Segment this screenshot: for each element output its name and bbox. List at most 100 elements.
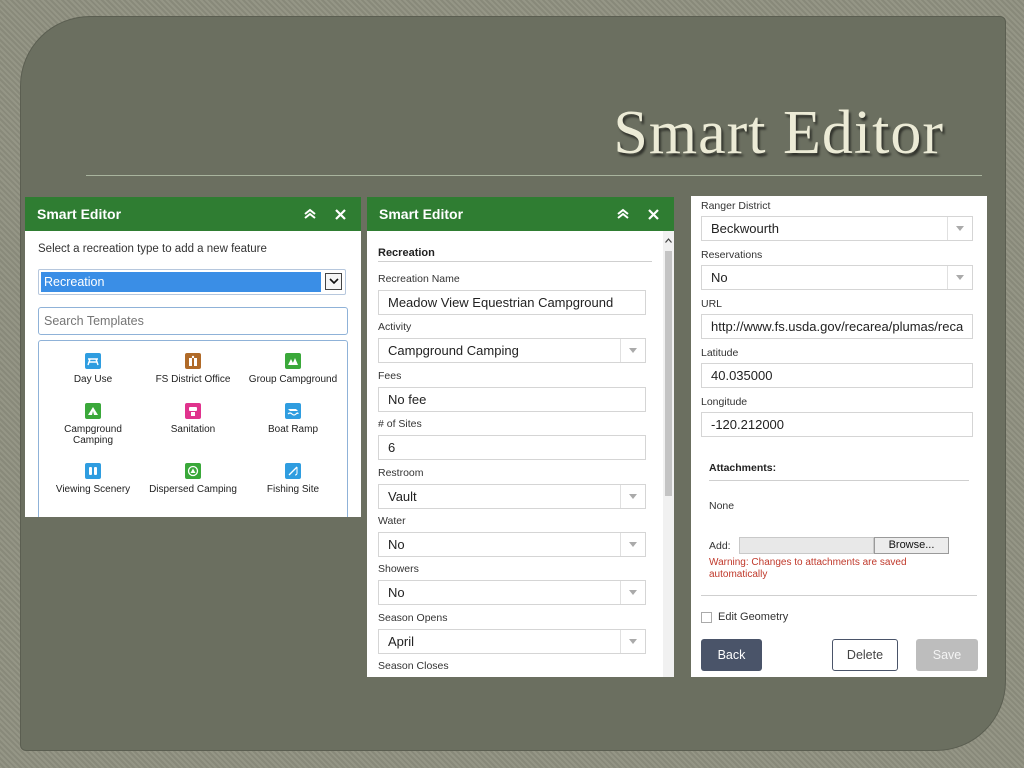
field-value: Campground Camping <box>388 343 519 358</box>
template-fs-district-office[interactable]: FS District Office <box>143 353 243 385</box>
fishing-icon <box>285 463 301 479</box>
template-boat-ramp[interactable]: Boat Ramp <box>243 403 343 435</box>
template-viewing-scenery[interactable]: Viewing Scenery <box>43 463 143 495</box>
activity-select[interactable]: Campground Camping <box>378 338 646 363</box>
template-label: Boat Ramp <box>267 424 319 435</box>
boat-ramp-icon <box>285 403 301 419</box>
file-path-field[interactable] <box>739 537 874 554</box>
chevron-down-icon[interactable] <box>325 273 342 290</box>
chevron-down-icon[interactable] <box>947 217 972 240</box>
recreation-name-input[interactable]: Meadow View Equestrian Campground <box>378 290 646 315</box>
field-label: Ranger District <box>701 200 771 212</box>
title-divider <box>86 175 982 176</box>
chevron-down-icon[interactable] <box>947 266 972 289</box>
season-opens-select[interactable]: April <box>378 629 646 654</box>
close-icon[interactable] <box>331 205 349 223</box>
showers-select[interactable]: No <box>378 580 646 605</box>
template-fishing-site[interactable]: Fishing Site <box>243 463 343 495</box>
panel-header: Smart Editor <box>367 197 674 231</box>
panel-title: Smart Editor <box>379 206 464 222</box>
scroll-up-icon[interactable] <box>665 235 672 245</box>
binoculars-icon <box>85 463 101 479</box>
field-value: -120.212000 <box>711 417 785 432</box>
chevron-down-icon[interactable] <box>620 339 645 362</box>
field-label: Fees <box>378 370 402 382</box>
edit-geometry-checkbox[interactable] <box>701 612 712 623</box>
template-sanitation[interactable]: Sanitation <box>143 403 243 435</box>
field-value: No <box>711 270 728 285</box>
template-label: Viewing Scenery <box>55 484 131 495</box>
template-label: Group Campground <box>248 374 338 385</box>
attachments-warning: Warning: Changes to attachments are save… <box>709 557 907 580</box>
field-label: Recreation Name <box>378 273 460 285</box>
field-value: http://www.fs.usda.gov/recarea/plumas/re… <box>711 319 964 334</box>
close-icon[interactable] <box>644 205 662 223</box>
dispersed-camping-icon <box>185 463 201 479</box>
template-label: Dispersed Camping <box>149 484 237 495</box>
divider <box>701 595 977 596</box>
save-button[interactable]: Save <box>916 639 978 671</box>
field-value: No fee <box>388 392 427 407</box>
recreation-type-select[interactable]: Recreation <box>38 269 346 295</box>
field-label: Latitude <box>701 347 739 359</box>
longitude-input[interactable]: -120.212000 <box>701 412 973 437</box>
district-office-icon <box>185 353 201 369</box>
template-picker-panel: Smart Editor Select a recreation type to… <box>25 197 361 517</box>
template-day-use[interactable]: Day Use <box>43 353 143 385</box>
chevron-down-icon[interactable] <box>620 630 645 653</box>
scrollbar[interactable] <box>663 231 674 677</box>
field-value: 6 <box>388 440 396 455</box>
template-grid: Day Use FS District Office Group Campgro… <box>38 340 348 517</box>
field-label: Longitude <box>701 396 748 408</box>
instruction-text: Select a recreation type to add a new fe… <box>38 243 267 255</box>
field-label: Restroom <box>378 467 424 479</box>
tent-icon <box>85 403 101 419</box>
select-value: Recreation <box>41 272 321 292</box>
ranger-district-select[interactable]: Beckwourth <box>701 216 973 241</box>
edit-geometry-label[interactable]: Edit Geometry <box>718 611 788 623</box>
template-dispersed-camping[interactable]: Dispersed Camping <box>143 463 243 495</box>
template-group-campground[interactable]: Group Campground <box>243 353 343 385</box>
field-label: Season Opens <box>378 612 448 624</box>
slide-title: Smart Editor <box>613 99 944 167</box>
group-tent-icon <box>285 353 301 369</box>
latitude-input[interactable]: 40.035000 <box>701 363 973 388</box>
panel-header: Smart Editor <box>25 197 361 231</box>
picnic-table-icon <box>85 353 101 369</box>
template-label: Fishing Site <box>266 484 320 495</box>
chevron-down-icon[interactable] <box>620 533 645 556</box>
back-button[interactable]: Back <box>701 639 762 671</box>
template-label: Day Use <box>73 374 113 385</box>
collapse-icon[interactable] <box>301 205 319 223</box>
fees-input[interactable]: No fee <box>378 387 646 412</box>
section-heading: Recreation <box>378 247 652 262</box>
field-value: No <box>388 585 405 600</box>
scrollbar-thumb[interactable] <box>665 251 672 496</box>
template-label: FS District Office <box>155 374 231 385</box>
chevron-down-icon[interactable] <box>620 581 645 604</box>
field-value: Beckwourth <box>711 221 779 236</box>
field-label: Water <box>378 515 406 527</box>
attribute-editor-panel: Smart Editor Recreation Recreation Name … <box>367 197 674 677</box>
field-label: Reservations <box>701 249 763 261</box>
field-value: April <box>388 634 415 649</box>
search-templates-input[interactable] <box>38 307 348 335</box>
sites-count-input[interactable]: 6 <box>378 435 646 460</box>
collapse-icon[interactable] <box>614 205 632 223</box>
template-label: Campground Camping <box>64 424 122 446</box>
url-input[interactable]: http://www.fs.usda.gov/recarea/plumas/re… <box>701 314 973 339</box>
add-attachment-label: Add: <box>709 540 731 552</box>
field-label: Showers <box>378 563 419 575</box>
delete-button[interactable]: Delete <box>832 639 898 671</box>
reservations-select[interactable]: No <box>701 265 973 290</box>
attribute-editor-panel-scrolled: Ranger District Beckwourth Reservations … <box>691 196 987 677</box>
restroom-select[interactable]: Vault <box>378 484 646 509</box>
browse-button[interactable]: Browse... <box>874 537 949 554</box>
field-label: # of Sites <box>378 418 422 430</box>
attachments-heading: Attachments: <box>709 462 969 481</box>
chevron-down-icon[interactable] <box>620 485 645 508</box>
water-select[interactable]: No <box>378 532 646 557</box>
form-body: Recreation Recreation Name Meadow View E… <box>367 231 674 677</box>
template-campground-camping[interactable]: Campground Camping <box>43 403 143 446</box>
field-value: No <box>388 537 405 552</box>
